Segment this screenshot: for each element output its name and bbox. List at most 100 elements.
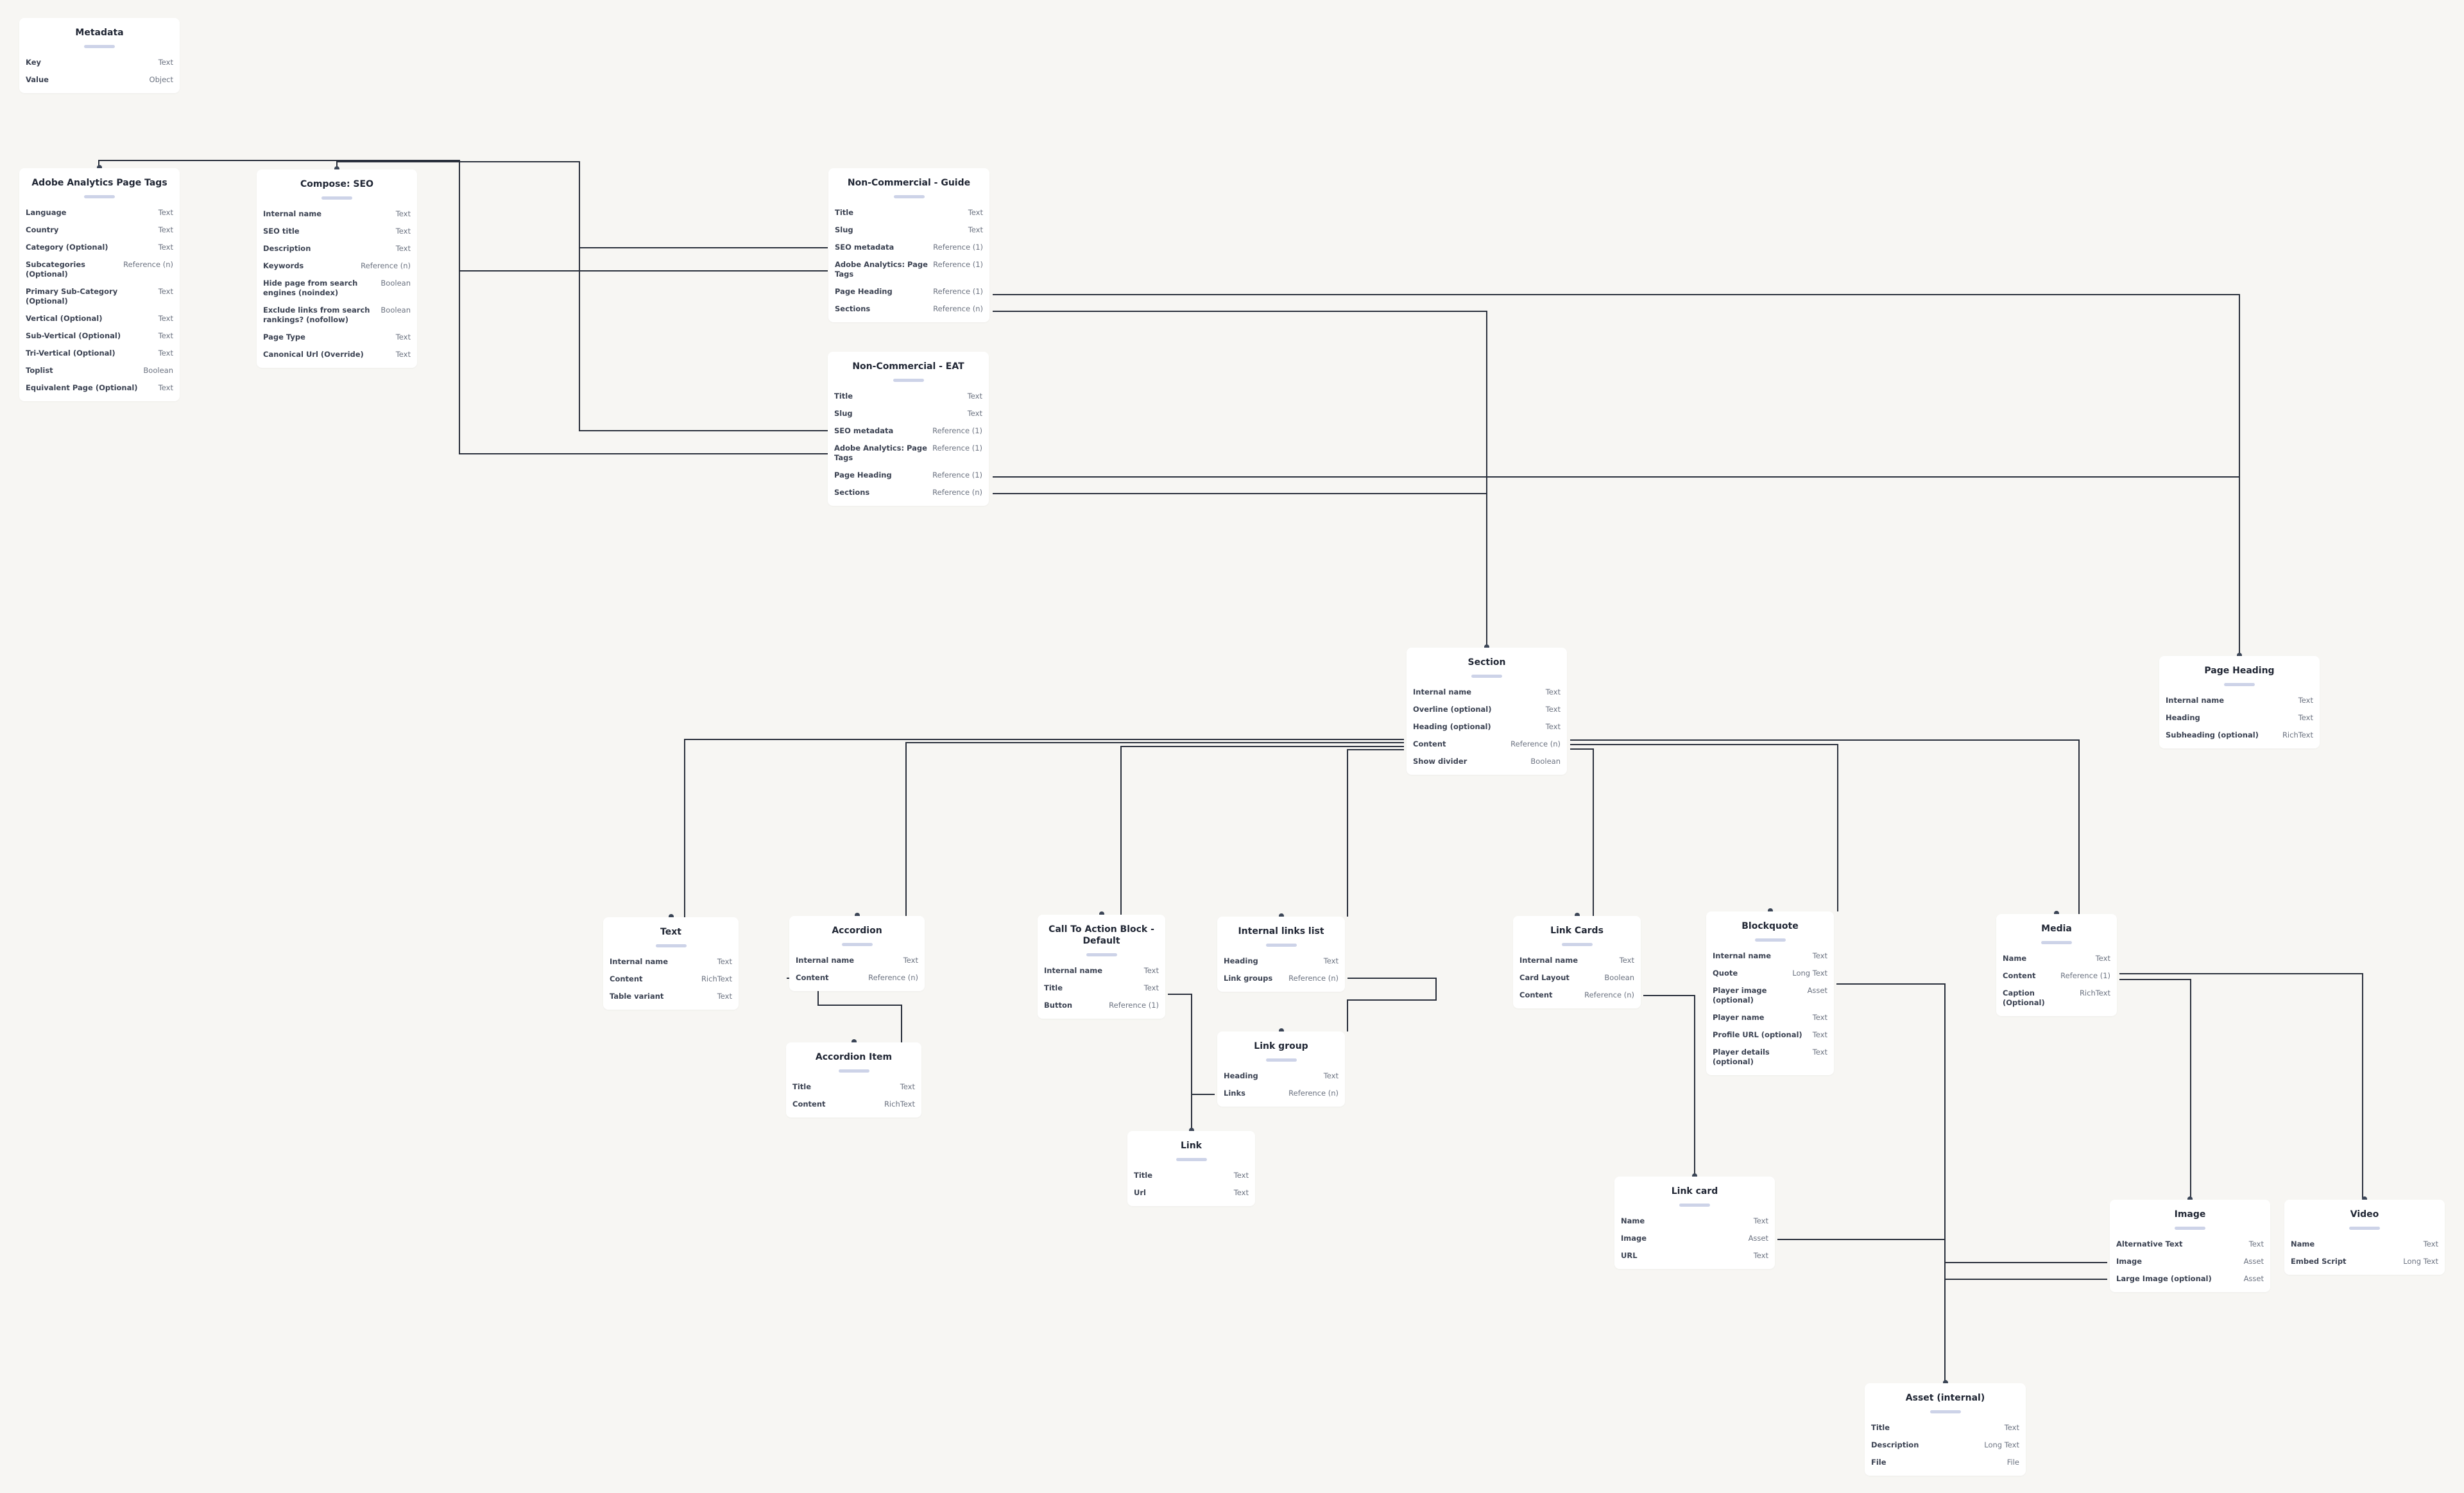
field-type: Reference (1)	[2060, 971, 2110, 980]
field-type: Boolean	[1530, 757, 1561, 766]
field-name: Card Layout	[1519, 973, 1570, 982]
field-type: Text	[2423, 1239, 2438, 1248]
content-type-card-non-commercial-guide[interactable]: Non-Commercial - Guide Title Text Slug Text S…	[828, 168, 989, 322]
field-type: Reference (n)	[1584, 990, 1634, 999]
connector-anchor-icon	[1278, 1028, 1284, 1031]
card-title: Call To Action Block - Default	[1048, 924, 1154, 946]
field-row: Content RichText	[610, 971, 732, 988]
content-type-card-video[interactable]: Video Name Text Embed Script Long Text	[2284, 1196, 2445, 1275]
field-row: Title Text	[1871, 1420, 2019, 1437]
field-row: Hide page from search engines (noindex) B…	[263, 275, 411, 302]
field-name: Name	[1621, 1216, 1645, 1225]
content-type-card-adobe-analytics-page-tags[interactable]: Adobe Analytics Page Tags Language Text Cou…	[19, 165, 180, 401]
field-row: Description Long Text	[1871, 1437, 2019, 1454]
field-row: Show divider Boolean	[1413, 754, 1561, 771]
content-type-card-blockquote[interactable]: Blockquote Internal name Text Quote Long Tex…	[1706, 908, 1834, 1075]
field-name: Heading	[1224, 1071, 1258, 1080]
field-row: Keywords Reference (n)	[263, 258, 411, 275]
relation-wire	[1570, 739, 2080, 914]
content-type-card-asset-internal[interactable]: Asset (internal) Title Text Description Long…	[1865, 1380, 2026, 1476]
field-type: Text	[158, 314, 173, 323]
field-name: Content	[792, 1100, 826, 1109]
card-accent-bar	[321, 196, 352, 200]
field-type: Text	[158, 287, 173, 296]
field-name: Tri-Vertical (Optional)	[26, 349, 116, 358]
field-type: Text	[1545, 705, 1561, 714]
field-type: Text	[967, 392, 982, 401]
relation-wire	[579, 162, 828, 431]
content-type-card-link-group[interactable]: Link group Heading Text Links Reference (n)	[1217, 1028, 1345, 1107]
field-type: Text	[1812, 951, 1827, 960]
card-title: Compose: SEO	[300, 179, 373, 189]
field-name: Page Heading	[834, 470, 892, 479]
connector-anchor-icon	[1942, 1380, 1948, 1383]
content-type-card-non-commercial-eat[interactable]: Non-Commercial - EAT Title Text Slug Text SEO…	[828, 352, 989, 506]
field-name: Value	[26, 75, 49, 84]
field-name: Content	[610, 974, 643, 983]
content-type-card-metadata[interactable]: Metadata Key Text Value Object	[19, 18, 180, 93]
content-type-card-accordion-item[interactable]: Accordion Item Title Text Content RichText	[786, 1039, 921, 1118]
field-type: Reference (n)	[123, 260, 173, 269]
content-type-card-internal-links-list[interactable]: Internal links list Heading Text Link group…	[1217, 913, 1345, 992]
field-name: Content	[1413, 739, 1446, 748]
field-row: Title Text	[1134, 1168, 1249, 1185]
field-row: Content RichText	[792, 1096, 915, 1114]
field-row: Card Layout Boolean	[1519, 970, 1634, 987]
field-row: Internal name Text	[1413, 684, 1561, 702]
content-type-card-link[interactable]: Link Title Text Url Text	[1127, 1128, 1255, 1206]
field-row: Player name Text	[1713, 1010, 1827, 1027]
content-type-card-image[interactable]: Image Alternative Text Text Image Asset Large…	[2110, 1196, 2270, 1292]
field-row: Internal name Text	[796, 953, 918, 970]
field-name: Title	[834, 392, 853, 401]
field-type: Text	[158, 208, 173, 217]
field-type: Object	[149, 75, 173, 84]
field-row: Heading Text	[2166, 710, 2313, 727]
field-row: SEO title Text	[263, 223, 411, 241]
field-type: Text	[1323, 1071, 1339, 1080]
field-row: Internal name Text	[2166, 693, 2313, 710]
field-row: Canonical Url (Override) Text	[263, 347, 411, 364]
content-type-card-page-heading[interactable]: Page Heading Internal name Text Heading Text…	[2159, 653, 2320, 748]
field-row: Profile URL (optional) Text	[1713, 1027, 1827, 1044]
field-row: Name Text	[2003, 951, 2110, 968]
card-title: Accordion	[832, 926, 882, 936]
field-name: Name	[2003, 954, 2027, 963]
card-accent-bar	[1086, 953, 1117, 956]
card-accent-bar	[2349, 1227, 2380, 1230]
content-type-card-accordion[interactable]: Accordion Internal name Text Content Referen…	[789, 913, 925, 991]
field-type: Text	[158, 225, 173, 234]
field-name: Sub-Vertical (Optional)	[26, 331, 121, 340]
connector-anchor-icon	[1574, 913, 1580, 916]
field-name: Name	[2291, 1239, 2315, 1248]
field-name: Title	[1871, 1423, 1890, 1432]
content-type-card-text[interactable]: Text Internal name Text Content RichText Tabl…	[603, 914, 739, 1010]
field-type: Boolean	[143, 366, 173, 375]
content-type-card-link-cards[interactable]: Link Cards Internal name Text Card Layout Bo…	[1513, 913, 1641, 1008]
field-name: Category (Optional)	[26, 243, 108, 252]
field-type: RichText	[2079, 988, 2110, 997]
content-type-card-link-card[interactable]: Link card Name Text Image Asset URL Text	[1614, 1173, 1775, 1269]
field-row: Name Text	[1621, 1213, 1768, 1230]
card-title: Page Heading	[2204, 666, 2275, 676]
card-accent-bar	[84, 45, 115, 48]
card-accent-bar	[1265, 944, 1297, 947]
field-name: Sections	[835, 304, 871, 313]
field-name: Overline (optional)	[1413, 705, 1492, 714]
field-name: Heading (optional)	[1413, 722, 1491, 731]
content-type-card-compose-seo[interactable]: Compose: SEO Internal name Text SEO title Te…	[257, 166, 417, 368]
relation-wire	[1120, 746, 1404, 915]
content-type-card-cta-block-default[interactable]: Call To Action Block - Default Internal n…	[1038, 911, 1165, 1019]
content-type-card-section[interactable]: Section Internal name Text Overline (option…	[1407, 644, 1567, 775]
content-type-card-media[interactable]: Media Name Text Content Reference (1) Caption…	[1996, 911, 2117, 1016]
field-name: Title	[1044, 983, 1063, 992]
field-name: Keywords	[263, 261, 304, 270]
field-row: Exclude links from search rankings? (nof…	[263, 302, 411, 329]
field-type: Reference (n)	[868, 973, 918, 982]
field-name: SEO metadata	[834, 426, 894, 435]
field-type: Text	[1545, 722, 1561, 731]
field-type: Text	[2004, 1423, 2019, 1432]
field-type: Long Text	[1792, 969, 1827, 978]
connector-anchor-icon	[2237, 653, 2242, 656]
field-row: Caption (Optional) RichText	[2003, 985, 2110, 1012]
field-row: Content Reference (n)	[1519, 987, 1634, 1005]
